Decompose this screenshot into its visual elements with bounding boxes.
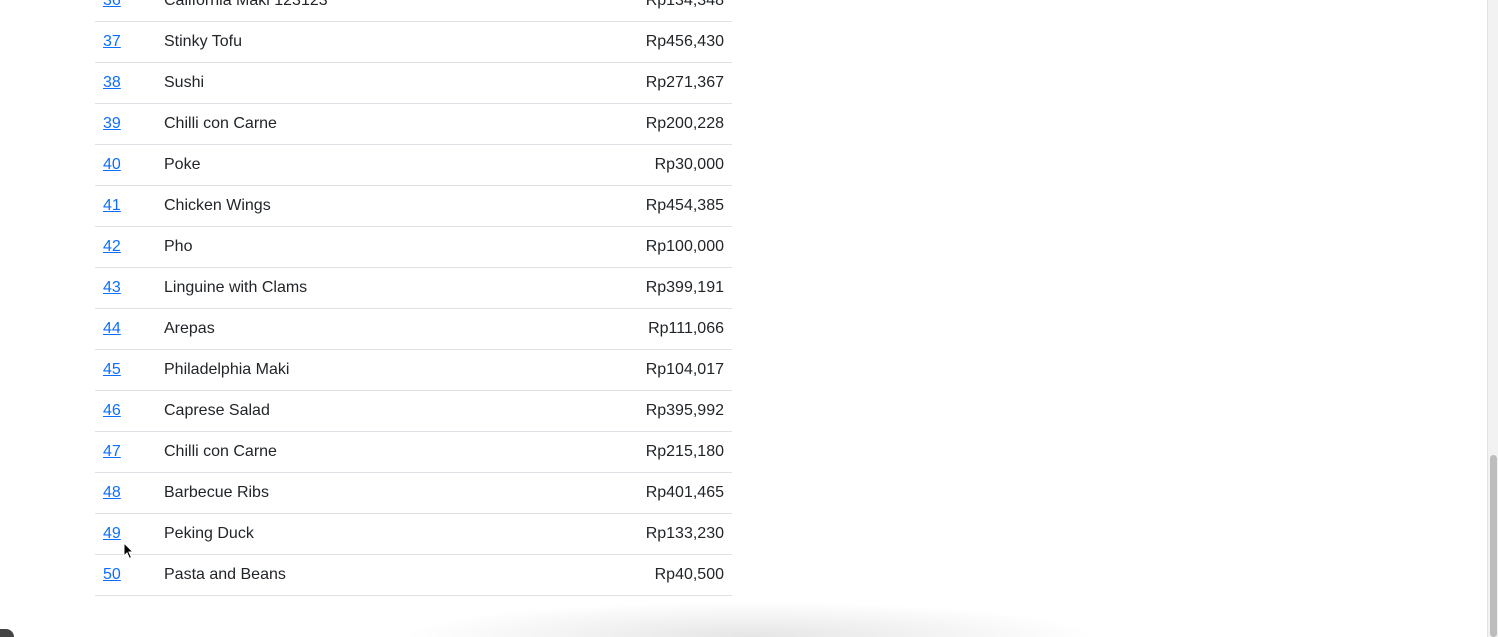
id-cell: 46	[95, 390, 156, 432]
id-cell: 44	[95, 308, 156, 350]
row-id-link[interactable]: 49	[103, 525, 121, 542]
page-viewport: 36 California Maki 123123 Rp134,348 37 S…	[0, 0, 1498, 637]
id-cell: 39	[95, 103, 156, 145]
table-row: 43 Linguine with Clams Rp399,191	[95, 267, 732, 309]
row-id-link[interactable]: 38	[103, 74, 121, 91]
row-id-link[interactable]: 39	[103, 115, 121, 132]
table-row: 42 Pho Rp100,000	[95, 226, 732, 268]
row-id-link[interactable]: 42	[103, 238, 121, 255]
name-cell: Linguine with Clams	[156, 267, 534, 309]
price-cell: Rp271,367	[533, 62, 732, 104]
table-row: 50 Pasta and Beans Rp40,500	[95, 554, 732, 596]
table-row: 40 Poke Rp30,000	[95, 144, 732, 186]
name-cell: Peking Duck	[156, 513, 534, 555]
table-row: 37 Stinky Tofu Rp456,430	[95, 21, 732, 63]
table-row: 41 Chicken Wings Rp454,385	[95, 185, 732, 227]
table-row: 44 Arepas Rp111,066	[95, 308, 732, 350]
name-cell: Pho	[156, 226, 534, 268]
price-cell: Rp40,500	[533, 554, 732, 596]
name-cell: Chilli con Carne	[156, 103, 534, 145]
price-cell: Rp134,348	[533, 0, 732, 22]
table-row: 38 Sushi Rp271,367	[95, 62, 732, 104]
row-id-link[interactable]: 40	[103, 156, 121, 173]
name-cell: Chicken Wings	[156, 185, 534, 227]
table-row: 46 Caprese Salad Rp395,992	[95, 390, 732, 432]
row-id-link[interactable]: 43	[103, 279, 121, 296]
table-row: 48 Barbecue Ribs Rp401,465	[95, 472, 732, 514]
id-cell: 48	[95, 472, 156, 514]
name-cell: Arepas	[156, 308, 534, 350]
vertical-scrollbar-thumb[interactable]	[1490, 455, 1497, 637]
name-cell: Pasta and Beans	[156, 554, 534, 596]
name-cell: Stinky Tofu	[156, 21, 534, 63]
row-id-link[interactable]: 50	[103, 566, 121, 583]
mouse-pointer-icon	[123, 542, 135, 560]
name-cell: Barbecue Ribs	[156, 472, 534, 514]
id-cell: 50	[95, 554, 156, 596]
price-cell: Rp215,180	[533, 431, 732, 473]
orders-table: 36 California Maki 123123 Rp134,348 37 S…	[95, 0, 732, 596]
id-cell: 42	[95, 226, 156, 268]
price-cell: Rp100,000	[533, 226, 732, 268]
orders-table-body: 36 California Maki 123123 Rp134,348 37 S…	[95, 0, 732, 596]
table-row: 47 Chilli con Carne Rp215,180	[95, 431, 732, 473]
name-cell: Chilli con Carne	[156, 431, 534, 473]
vertical-scrollbar-track[interactable]	[1487, 0, 1498, 637]
id-cell: 37	[95, 21, 156, 63]
name-cell: California Maki 123123	[156, 0, 534, 22]
table-row: 36 California Maki 123123 Rp134,348	[95, 0, 732, 22]
id-cell: 38	[95, 62, 156, 104]
id-cell: 47	[95, 431, 156, 473]
row-id-link[interactable]: 36	[103, 0, 121, 9]
name-cell: Sushi	[156, 62, 534, 104]
table-row: 45 Philadelphia Maki Rp104,017	[95, 349, 732, 391]
table-row: 39 Chilli con Carne Rp200,228	[95, 103, 732, 145]
id-cell: 41	[95, 185, 156, 227]
name-cell: Caprese Salad	[156, 390, 534, 432]
window-bottom-corner	[0, 629, 14, 637]
window-bottom-shadow	[400, 601, 1100, 637]
price-cell: Rp133,230	[533, 513, 732, 555]
row-id-link[interactable]: 44	[103, 320, 121, 337]
price-cell: Rp30,000	[533, 144, 732, 186]
row-id-link[interactable]: 37	[103, 33, 121, 50]
row-id-link[interactable]: 41	[103, 197, 121, 214]
price-cell: Rp395,992	[533, 390, 732, 432]
price-cell: Rp399,191	[533, 267, 732, 309]
id-cell: 40	[95, 144, 156, 186]
id-cell: 36	[95, 0, 156, 22]
row-id-link[interactable]: 48	[103, 484, 121, 501]
price-cell: Rp104,017	[533, 349, 732, 391]
table-row: 49 Peking Duck Rp133,230	[95, 513, 732, 555]
id-cell: 45	[95, 349, 156, 391]
row-id-link[interactable]: 46	[103, 402, 121, 419]
price-cell: Rp454,385	[533, 185, 732, 227]
price-cell: Rp456,430	[533, 21, 732, 63]
name-cell: Philadelphia Maki	[156, 349, 534, 391]
price-cell: Rp401,465	[533, 472, 732, 514]
id-cell: 43	[95, 267, 156, 309]
price-cell: Rp111,066	[533, 308, 732, 350]
row-id-link[interactable]: 45	[103, 361, 121, 378]
name-cell: Poke	[156, 144, 534, 186]
row-id-link[interactable]: 47	[103, 443, 121, 460]
price-cell: Rp200,228	[533, 103, 732, 145]
